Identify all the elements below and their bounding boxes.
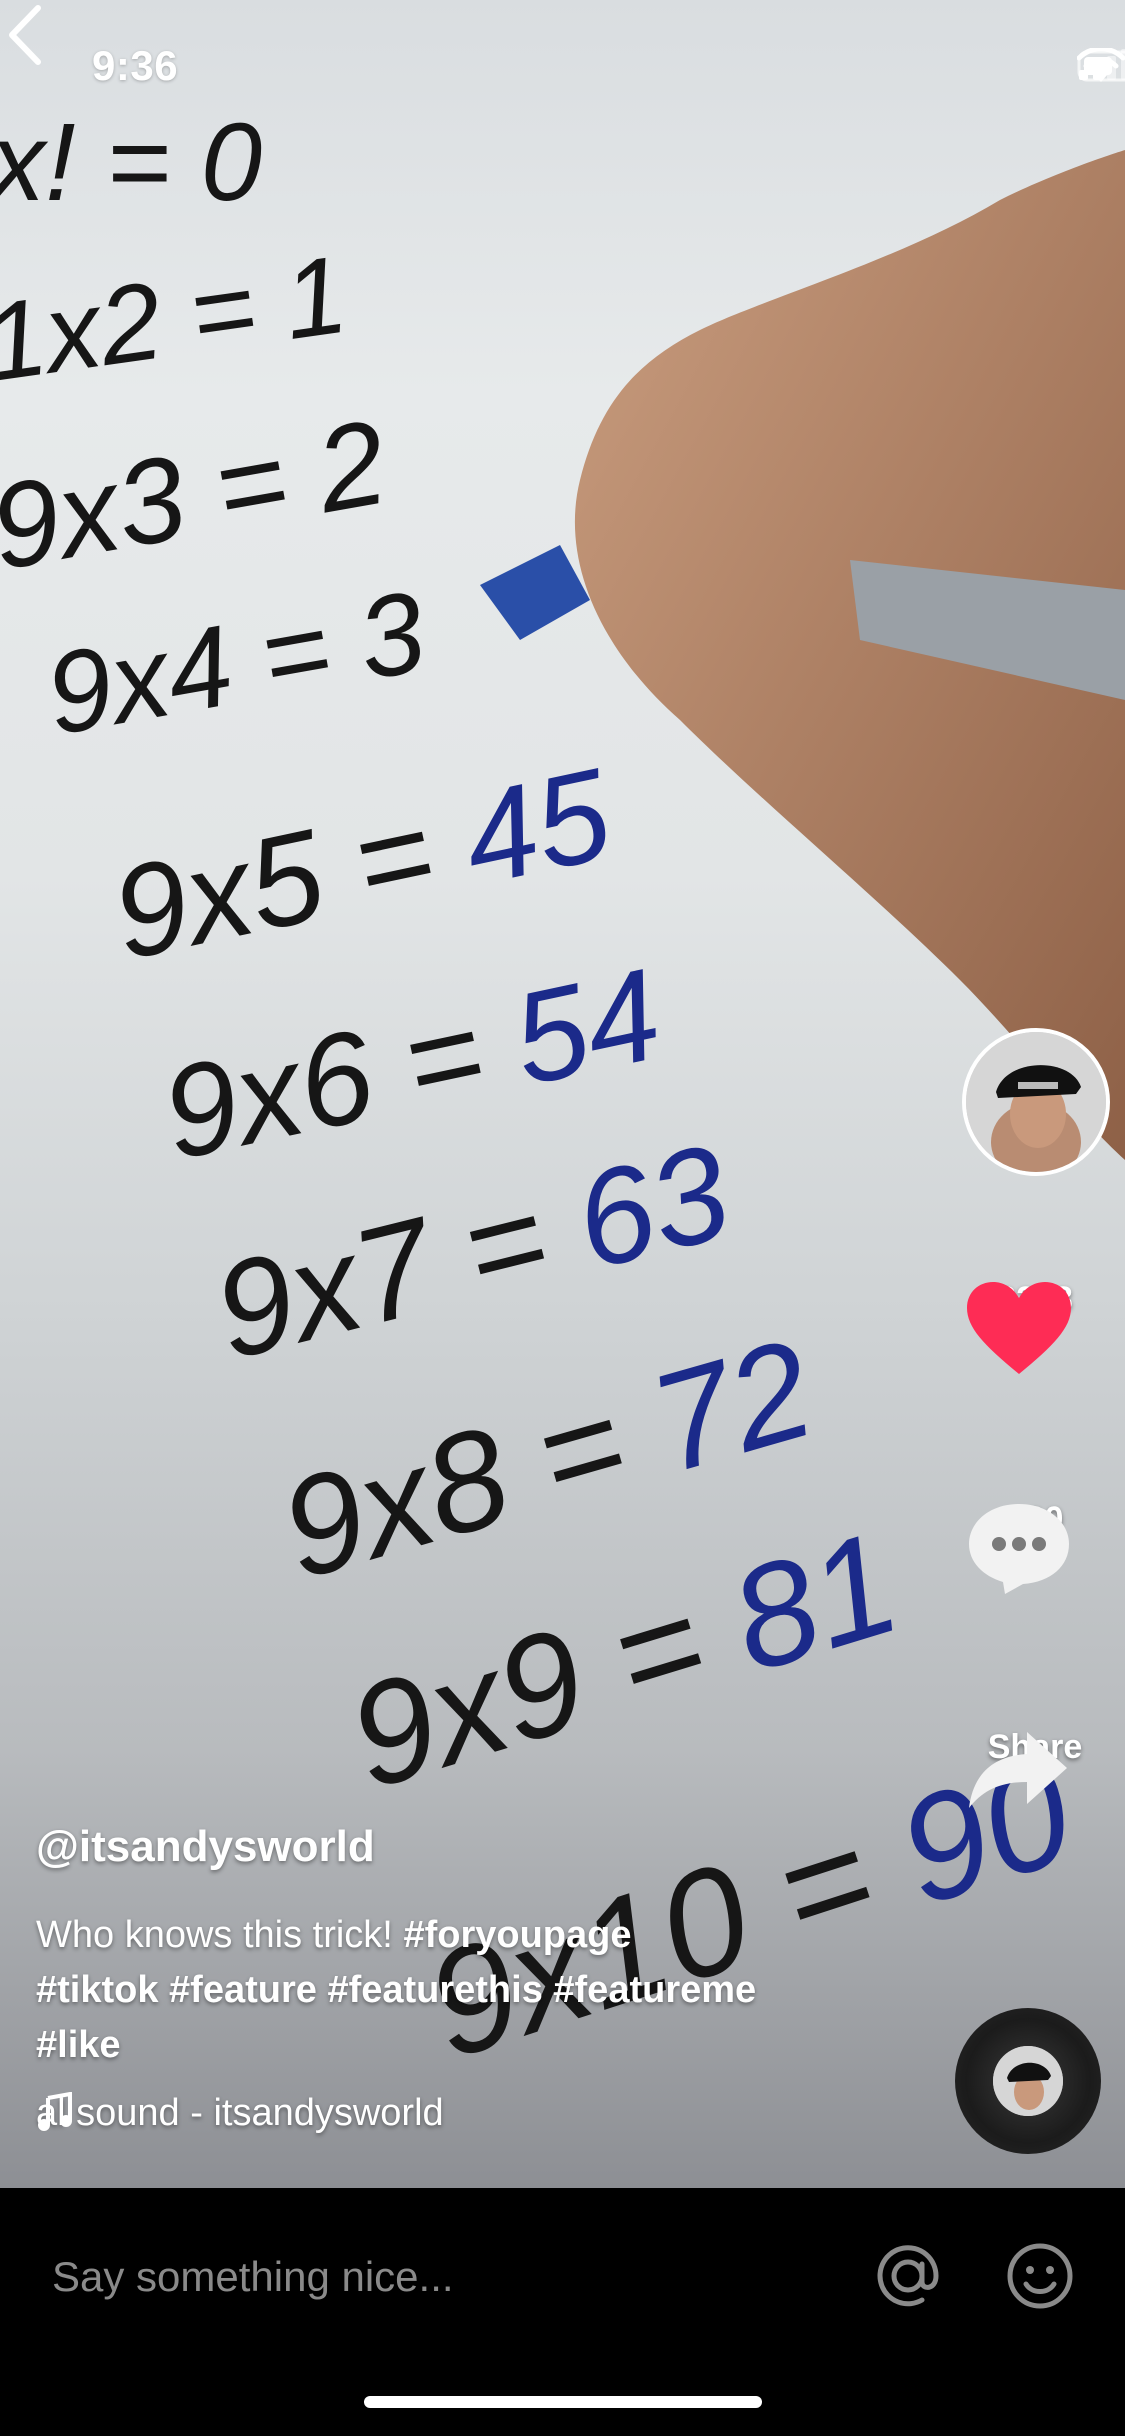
hashtag-line-2[interactable]: #tiktok #feature #featurethis #featureme — [36, 1969, 756, 2011]
svg-text:1x2 = 1: 1x2 = 1 — [0, 233, 354, 405]
status-bar: 9:36 — [0, 0, 1125, 130]
back-icon[interactable] — [0, 0, 50, 70]
home-indicator[interactable] — [364, 2396, 762, 2408]
comment-button[interactable]: 130 — [965, 1500, 1105, 1594]
music-label: al sound - itsandysworld — [36, 2092, 444, 2134]
hashtag-line-1[interactable]: #foryoupage — [403, 1914, 631, 1956]
caption-text: Who knows this trick! — [36, 1914, 393, 1956]
music-disc[interactable] — [955, 2008, 1101, 2154]
share-button[interactable]: Share — [965, 1728, 1105, 1808]
video-frame[interactable]: x! = 0 1x2 = 1 9x3 = 2 9x4 = 3 9x5 = 45 … — [0, 0, 1125, 2188]
music-disc-avatar — [993, 2046, 1063, 2116]
music-info[interactable]: al sound - itsandysworld — [36, 2092, 444, 2135]
creator-username[interactable]: @itsandysworld — [36, 1822, 375, 1872]
music-note-icon — [38, 2092, 72, 2131]
comment-icon[interactable] — [965, 1500, 1073, 1596]
hashtag-line-3[interactable]: #like — [36, 2024, 121, 2066]
share-icon[interactable] — [965, 1728, 1069, 1812]
emoji-icon[interactable] — [1004, 2240, 1076, 2312]
like-button[interactable]: 3258 — [965, 1280, 1105, 1374]
heart-icon[interactable] — [965, 1280, 1073, 1378]
comment-input[interactable] — [50, 2236, 834, 2318]
video-caption: Who knows this trick! #foryoupage #tikto… — [36, 1908, 856, 2073]
creator-avatar[interactable] — [962, 1028, 1110, 1176]
battery-icon — [1077, 50, 1125, 82]
status-time: 9:36 — [92, 42, 179, 89]
comment-bar — [0, 2188, 1125, 2436]
svg-text:9x5 = 45: 9x5 = 45 — [100, 740, 622, 987]
svg-text:9x4 = 3: 9x4 = 3 — [37, 568, 434, 760]
svg-text:9x3 = 2: 9x3 = 2 — [0, 395, 395, 596]
at-icon[interactable] — [872, 2240, 944, 2312]
